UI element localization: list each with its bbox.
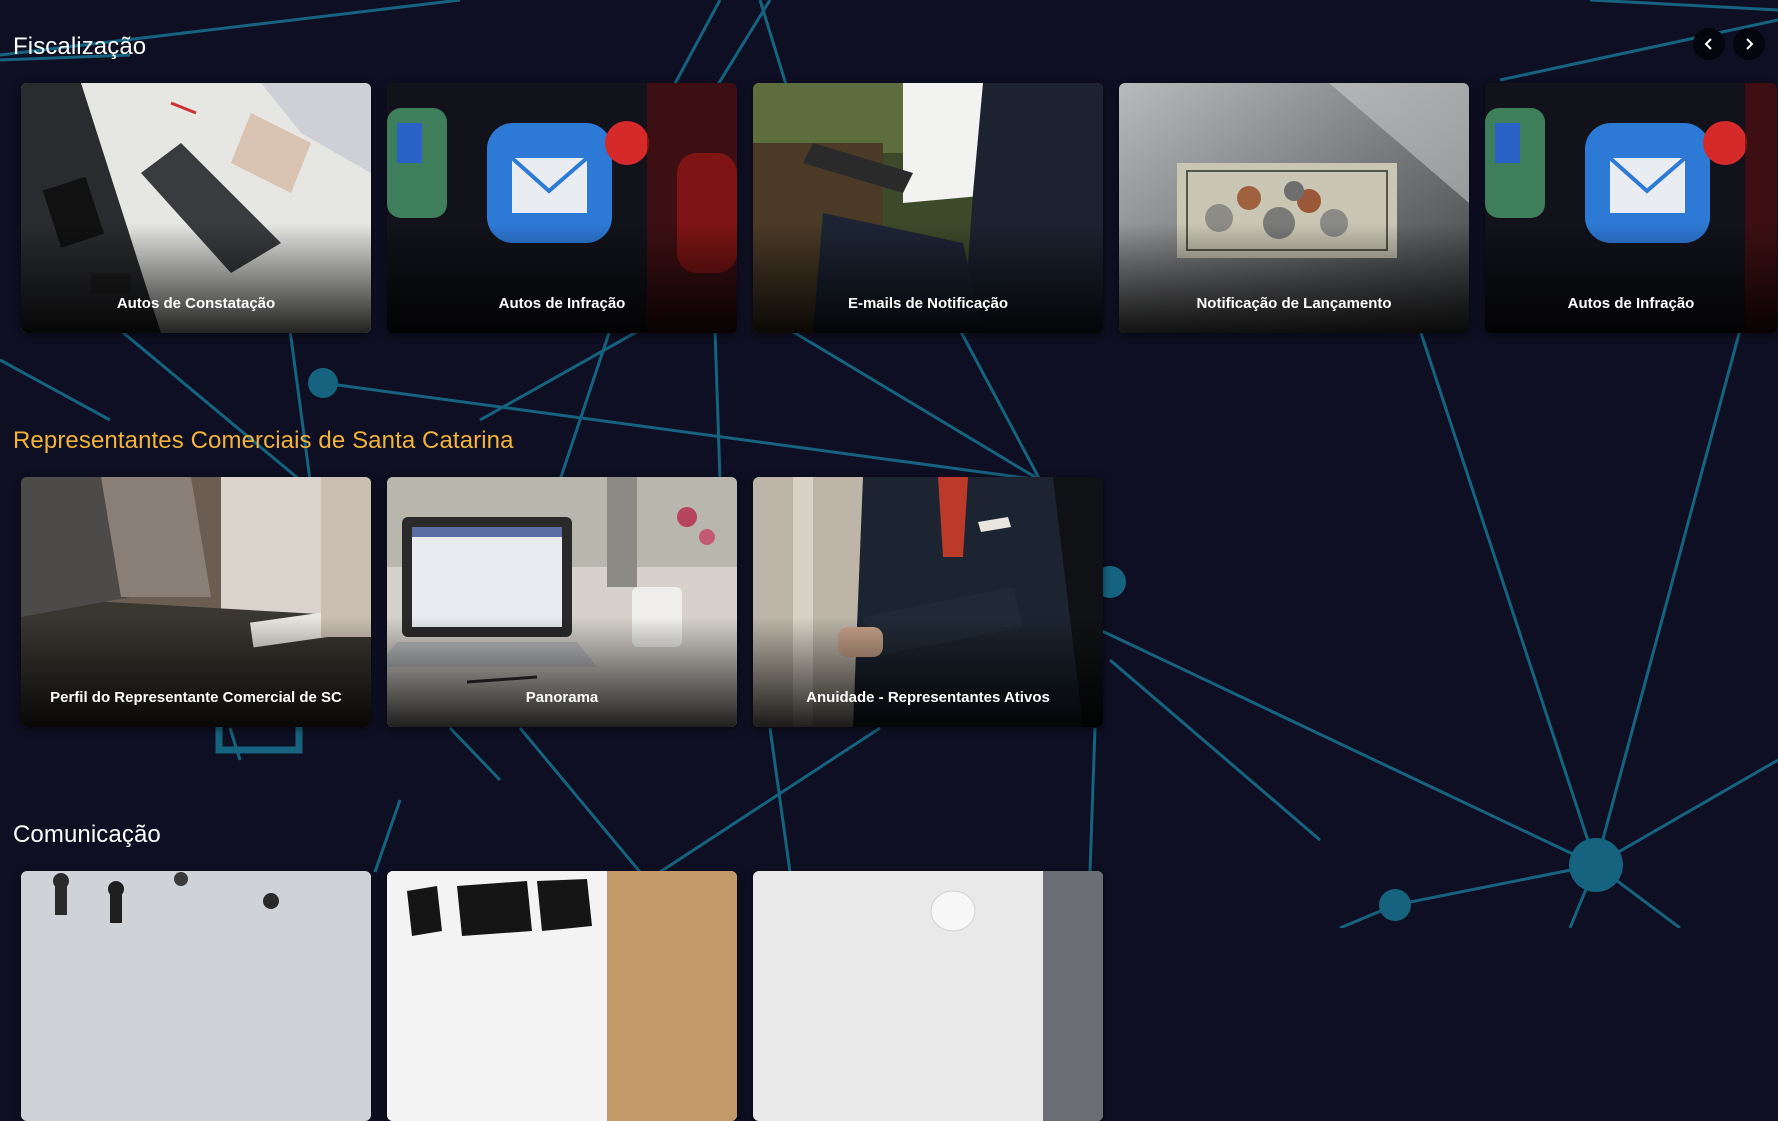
card-label: Autos de Infração <box>498 295 626 312</box>
card-notificacao-lancamento[interactable]: Notificação de Lançamento <box>1119 83 1469 333</box>
card-autos-infracao[interactable]: Autos de Infração <box>387 83 737 333</box>
card-label: Autos de Infração <box>1567 295 1695 312</box>
section-title: Fiscalização <box>13 33 147 60</box>
carousel-prev-button[interactable] <box>1693 28 1725 60</box>
card-label: Autos de Constatação <box>116 295 276 312</box>
card-perfil-representante[interactable]: Perfil do Representante Comercial de SC <box>21 477 371 727</box>
card-autos-constatacao[interactable]: Autos de Constatação <box>21 83 371 333</box>
card-comunicacao-3[interactable] <box>753 871 1103 1121</box>
card-anuidade[interactable]: Anuidade - Representantes Ativos <box>753 477 1103 727</box>
chevron-right-icon <box>1746 38 1754 50</box>
white-interior-photo <box>753 871 1103 1121</box>
card-comunicacao-2[interactable] <box>387 871 737 1121</box>
section-title: Representantes Comerciais de Santa Catar… <box>13 427 514 454</box>
card-emails-notificacao[interactable]: E-mails de Notificação <box>753 83 1103 333</box>
crowd-walking-photo <box>21 871 371 1121</box>
how-sign-photo <box>387 871 737 1121</box>
card-label: Perfil do Representante Comercial de SC <box>50 689 342 706</box>
card-label: Anuidade - Representantes Ativos <box>806 689 1050 706</box>
card-label: Notificação de Lançamento <box>1196 295 1392 312</box>
card-autos-infracao-2[interactable]: Autos de Infração <box>1485 83 1777 333</box>
card-label: Panorama <box>525 689 599 706</box>
card-comunicacao-1[interactable] <box>21 871 371 1121</box>
card-panorama[interactable]: Panorama <box>387 477 737 727</box>
card-label: E-mails de Notificação <box>847 295 1009 312</box>
carousel-next-button[interactable] <box>1733 28 1765 60</box>
section-title: Comunicação <box>13 821 161 848</box>
chevron-left-icon <box>1704 38 1712 50</box>
